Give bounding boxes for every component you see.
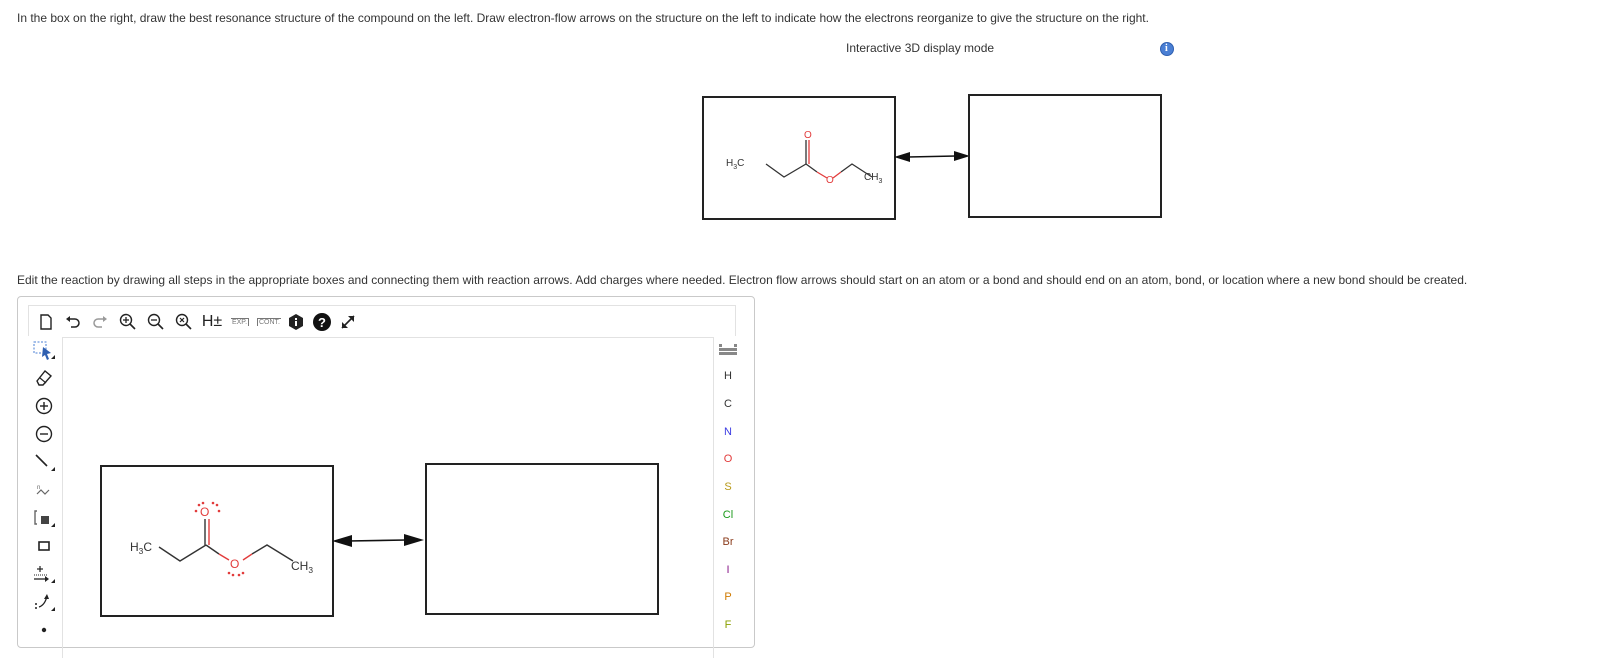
display-mode-label[interactable]: Interactive 3D display mode [846,41,994,55]
radical-tool-icon[interactable] [28,617,60,643]
negative-charge-icon[interactable] [28,421,60,447]
element-c[interactable]: C [714,398,742,410]
methyl-right-label: CH3 [291,559,313,575]
display-product-box [968,94,1162,218]
template-tool-icon[interactable] [28,505,60,531]
expand-button[interactable]: EXP. [227,311,253,333]
element-p[interactable]: P [714,591,742,603]
product-box[interactable] [425,463,659,615]
info-hex-icon[interactable] [285,311,307,333]
element-br[interactable]: Br [714,536,742,548]
element-o[interactable]: O [714,453,742,465]
zoom-out-icon[interactable] [145,311,167,333]
svg-text:?: ? [318,315,326,330]
display-reactant-box: O O H3C CH3 [702,96,896,220]
help-icon[interactable]: ? [311,311,333,333]
editor-instruction-text: Edit the reaction by drawing all steps i… [17,273,1468,287]
periodic-table-icon[interactable] [714,343,742,360]
contract-label: CONT. [257,318,281,326]
resonance-arrow [894,151,970,162]
single-bond-icon[interactable] [28,449,60,475]
element-i[interactable]: I [714,564,742,576]
display-molecule-structure: O O H3C CH3 [726,130,882,186]
element-palette: H C N O S Cl Br I P F [714,337,742,657]
instruction-text: In the box on the right, draw the best r… [17,11,1149,25]
ester-oxygen: O [826,175,834,186]
tool-palette: n [28,337,60,657]
drawing-canvas[interactable]: O O H3C CH3 [62,337,714,658]
element-s[interactable]: S [714,481,742,493]
chain-tool-icon[interactable]: n [28,477,60,503]
positive-charge-icon[interactable] [28,393,60,419]
methyl-right: CH3 [864,172,882,185]
undo-icon[interactable] [62,311,84,333]
carbonyl-oxygen-label: O [200,505,209,519]
ring-tool-icon[interactable] [28,533,60,559]
selection-tool-icon[interactable] [28,337,60,363]
new-document-icon[interactable] [35,311,57,333]
redo-icon[interactable] [89,311,111,333]
element-cl[interactable]: Cl [714,509,742,521]
svg-text:n: n [37,485,40,491]
expand-label: EXP. [230,318,250,326]
element-h[interactable]: H [714,370,742,382]
electron-flow-arrow-icon[interactable] [28,589,60,615]
structure-editor: H± EXP. CONT. ? n O O H3C CH3 H C N O S … [17,296,755,658]
contract-button[interactable]: CONT. [255,311,283,333]
editor-resonance-arrow[interactable] [332,530,424,550]
fullscreen-icon[interactable] [337,311,359,333]
info-icon[interactable]: i [1160,42,1174,56]
element-n[interactable]: N [714,426,742,438]
reactant-box[interactable]: O O H3C CH3 [100,465,334,617]
hydrogen-toggle-button[interactable]: H± [197,311,227,333]
carbonyl-oxygen: O [804,130,812,141]
ester-oxygen-label: O [230,557,239,571]
element-f[interactable]: F [714,619,742,631]
zoom-reset-icon[interactable] [173,311,195,333]
molecule-structure[interactable]: O O H3C CH3 [102,467,332,615]
zoom-in-icon[interactable] [117,311,139,333]
reaction-arrow-tool-icon[interactable] [28,561,60,587]
eraser-icon[interactable] [28,365,60,391]
methyl-left-label: H3C [130,540,152,556]
editor-toolbar: H± EXP. CONT. ? [28,305,736,336]
methyl-left: H3C [726,158,744,171]
